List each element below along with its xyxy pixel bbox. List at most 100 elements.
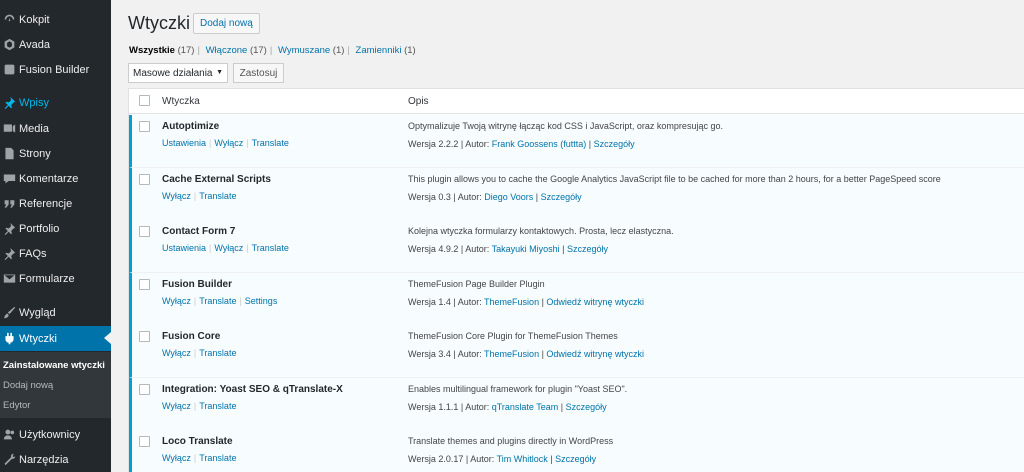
row-action-link[interactable]: Wyłącz	[162, 296, 191, 306]
plugin-name: Autoptimize	[162, 121, 220, 132]
plugin-version: Wersja 1.4 | Autor:	[408, 296, 485, 307]
select-all-checkbox[interactable]	[139, 95, 150, 106]
plugin-version: Wersja 1.1.1 | Autor:	[408, 401, 492, 412]
action-separator: |	[193, 400, 197, 411]
sidebar-item-wtyczki[interactable]: Wtyczki	[0, 326, 111, 351]
plugin-checkbox[interactable]	[139, 331, 150, 342]
plugin-author-link[interactable]: Tim Whitlock	[497, 454, 548, 464]
filter-dropins[interactable]: Zamienniki	[356, 45, 402, 56]
row-action-link[interactable]: Settings	[245, 296, 278, 306]
sidebar-item-label: Użytkownicy	[19, 428, 81, 441]
row-action-link[interactable]: Wyłącz	[214, 138, 243, 148]
plugin-details-link[interactable]: Odwiedź witrynę wtyczki	[546, 349, 644, 359]
row-action-link[interactable]: Translate	[252, 138, 289, 148]
meta-separator: |	[559, 244, 567, 254]
chevron-down-icon: ▼	[216, 69, 223, 76]
submenu-add-new[interactable]: Dodaj nową	[3, 380, 53, 391]
row-actions: Wyłącz | Translate	[162, 191, 236, 201]
plugin-checkbox[interactable]	[139, 173, 150, 185]
plugin-details-link[interactable]: Szczegóły	[555, 454, 596, 464]
plugin-checkbox[interactable]	[139, 278, 150, 290]
row-action-link[interactable]: Wyłącz	[214, 243, 243, 253]
plugin-meta: Wersja 0.3 | Autor: Diego Voors | Szczeg…	[408, 192, 582, 202]
row-action-link[interactable]: Wyłącz	[162, 191, 191, 201]
row-action-link[interactable]: Ustawienia	[162, 138, 206, 148]
plugin-meta: Wersja 1.4 | Autor: ThemeFusion | Odwied…	[408, 297, 644, 307]
row-action-link[interactable]: Wyłącz	[162, 348, 191, 358]
sidebar-item-avada[interactable]: Avada	[0, 32, 111, 57]
plugin-details-link[interactable]: Szczegóły	[567, 244, 608, 254]
plugin-author-link[interactable]: qTranslate Team	[492, 402, 559, 412]
plugin-name: Loco Translate	[162, 436, 233, 447]
sidebar-item-kokpit[interactable]: Kokpit	[0, 7, 111, 32]
plugin-version: Wersja 4.9.2 | Autor:	[408, 244, 492, 254]
row-action-link[interactable]: Translate	[199, 348, 236, 358]
sidebar-item-label: Media	[19, 122, 49, 135]
plugin-author-link[interactable]: Takayuki Miyoshi	[492, 244, 560, 254]
row-action-link[interactable]: Translate	[199, 191, 236, 201]
sidebar-item-label: Avada	[19, 38, 50, 51]
plugin-details-link[interactable]: Szczegóły	[541, 192, 582, 202]
action-separator: |	[193, 295, 197, 306]
row-action-link[interactable]: Translate	[199, 296, 236, 306]
column-header-plugin[interactable]: Wtyczka	[162, 96, 200, 107]
plugin-description: ThemeFusion Page Builder Plugin	[408, 278, 545, 289]
bulk-actions-value: Masowe działania	[133, 67, 213, 79]
sidebar-item-portfolio[interactable]: Portfolio	[0, 216, 111, 241]
filter-active[interactable]: Włączone	[206, 45, 248, 56]
sidebar-item-faqs[interactable]: FAQs	[0, 241, 111, 266]
sidebar-item-narzedzia[interactable]: Narzędzia	[0, 447, 111, 472]
table-row: Contact Form 7 Ustawienia | Wyłącz | Translat…	[129, 220, 1024, 273]
plugin-author-link[interactable]: Frank Goossens (futtta)	[492, 139, 587, 149]
filter-must-use[interactable]: Wymuszane	[278, 45, 330, 56]
row-action-link[interactable]: Translate	[199, 401, 236, 411]
sidebar-item-wyglad[interactable]: Wygląd	[0, 300, 111, 325]
plugin-checkbox[interactable]	[139, 226, 150, 237]
table-row: Fusion Builder Wyłącz | Translate | Settings T…	[129, 272, 1024, 326]
bulk-actions-select[interactable]: Masowe działania ▼	[128, 63, 228, 83]
apply-button[interactable]: Zastosuj	[233, 63, 284, 83]
plugin-checkbox[interactable]	[139, 436, 150, 447]
sidebar-item-label: Strony	[19, 147, 51, 160]
plugin-meta: Wersja 2.2.2 | Autor: Frank Goossens (fu…	[408, 139, 635, 149]
row-actions: Wyłącz | Translate | Settings	[162, 296, 277, 306]
tools-icon	[1, 452, 17, 468]
sidebar-item-uzytkownicy[interactable]: Użytkownicy	[0, 422, 111, 447]
row-action-link[interactable]: Wyłącz	[162, 453, 191, 463]
plugin-checkbox[interactable]	[139, 383, 150, 395]
row-action-link[interactable]: Translate	[252, 243, 289, 253]
row-action-link[interactable]: Ustawienia	[162, 243, 206, 253]
sidebar-item-label: Portfolio	[19, 222, 60, 235]
sidebar-item-label: Referencje	[19, 197, 73, 210]
plugin-author-link[interactable]: ThemeFusion	[484, 349, 539, 359]
row-action-link[interactable]: Wyłącz	[162, 401, 191, 411]
plugin-checkbox[interactable]	[139, 121, 150, 132]
sidebar-item-fusion-builder[interactable]: Fusion Builder	[0, 57, 111, 82]
add-new-button[interactable]: Dodaj nową	[193, 13, 260, 34]
plugin-author-link[interactable]: ThemeFusion	[484, 297, 539, 307]
plugin-version: Wersja 2.0.17 | Autor:	[408, 454, 497, 464]
sidebar-item-label: Wpisy	[19, 96, 49, 109]
sidebar-item-formularze[interactable]: Formularze	[0, 266, 111, 291]
filter-all[interactable]: Wszystkie	[129, 45, 175, 56]
plugin-details-link[interactable]: Szczegóły	[594, 139, 635, 149]
mail-icon	[1, 271, 17, 287]
sidebar-item-label: Formularze	[19, 272, 75, 285]
sidebar-item-label: Fusion Builder	[19, 63, 90, 76]
plugin-details-link[interactable]: Szczegóły	[566, 402, 607, 412]
action-separator: |	[193, 453, 197, 463]
plugin-version: Wersja 3.4 | Autor:	[408, 349, 485, 359]
row-action-link[interactable]: Translate	[199, 453, 236, 463]
plugin-author-link[interactable]: Diego Voors	[484, 192, 533, 202]
submenu-editor[interactable]: Edytor	[3, 400, 30, 411]
table-row: Integration: Yoast SEO & qTranslate-X Wył…	[129, 377, 1024, 431]
meta-separator: |	[586, 139, 594, 149]
sidebar-item-media[interactable]: Media	[0, 116, 111, 141]
submenu-installed-plugins[interactable]: Zainstalowane wtyczki	[3, 360, 105, 371]
sidebar-item-referencje[interactable]: Referencje	[0, 191, 111, 216]
sidebar-item-komentarze[interactable]: Komentarze	[0, 166, 111, 191]
sidebar-item-strony[interactable]: Strony	[0, 141, 111, 166]
plugin-details-link[interactable]: Odwiedź witrynę wtyczki	[546, 297, 644, 307]
sidebar-item-wpisy[interactable]: Wpisy	[0, 90, 111, 115]
table-row: Fusion Core Wyłącz | Translate ThemeFusion C…	[129, 325, 1024, 378]
